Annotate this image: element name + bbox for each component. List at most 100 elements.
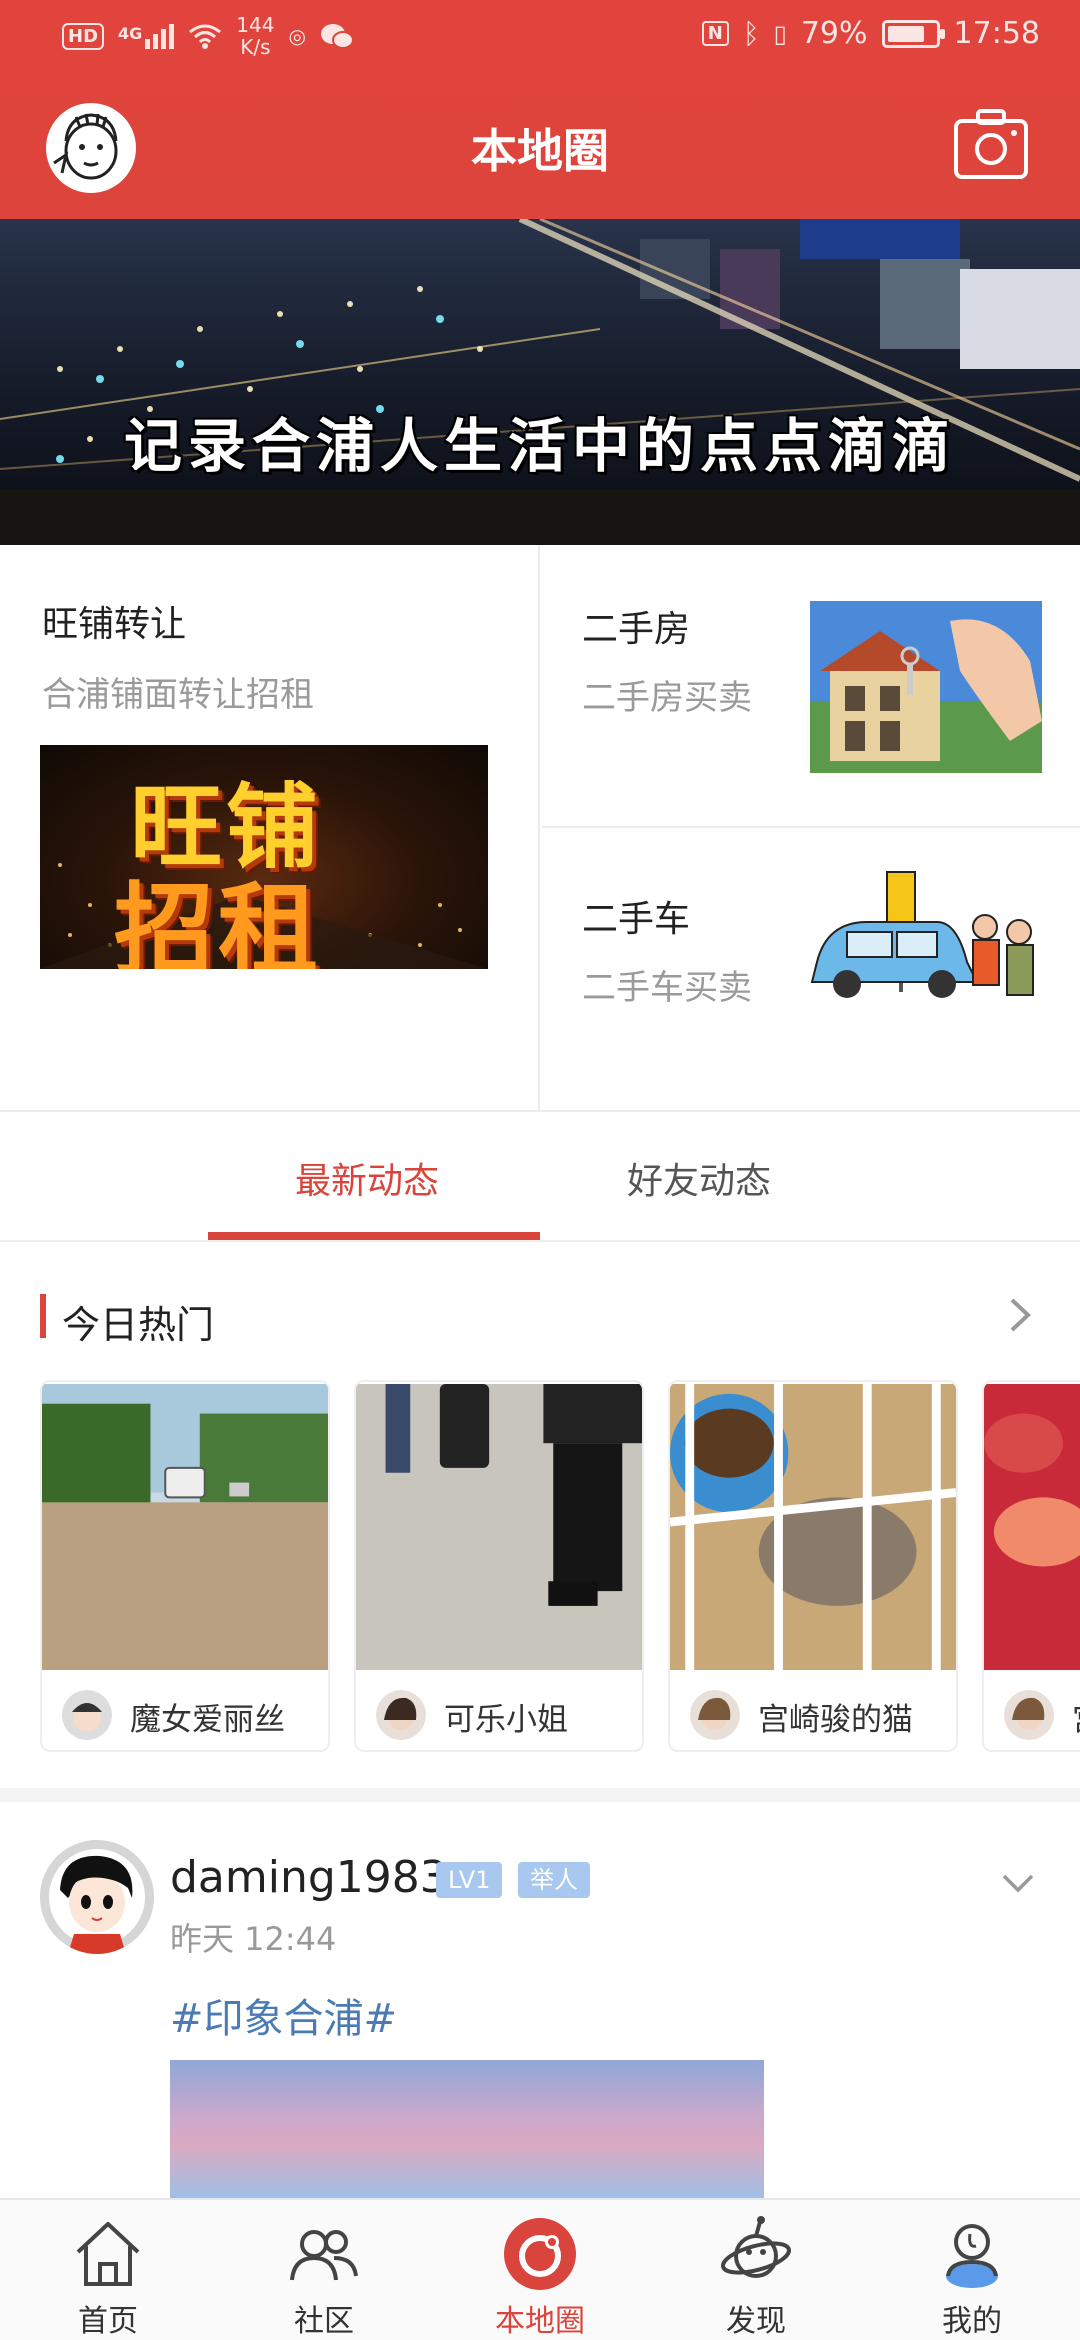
nav-community[interactable]: 社区 [216,2200,432,2340]
hot-card-user: 宫 [984,1672,1080,1750]
cartoon-girl-avatar-icon [40,1840,154,1954]
nav-discover[interactable]: 发现 [648,2200,864,2340]
hd-indicator: HD [62,22,105,50]
nav-label: 我的 [942,2304,1002,2339]
nav-home[interactable]: 首页 [0,2200,216,2340]
post-author-avatar[interactable] [40,1840,154,1954]
category-shop-transfer[interactable]: 旺铺转让 合浦铺面转让招租 旺铺 招租 [0,545,540,1110]
shop-rent-image: 旺铺 招租 [40,745,488,969]
used-car-illustration [810,871,1034,998]
network-type: 4G [118,23,143,43]
category-subtitle: 二手车买卖 [582,968,752,1008]
speed-unit: K/s [240,35,271,59]
user-avatar-icon [690,1690,740,1740]
status-bar: HD 4G 144 K/s ◎ N ᛒ ▯ 79% 17:58 [0,0,1080,75]
hot-card[interactable]: 魔女爱丽丝 [40,1380,330,1752]
user-avatar [376,1690,426,1740]
feed-post: daming1983 LV1 举人 昨天 12:44 #印象合浦# [0,1802,1080,2198]
sync-icon: ◎ [288,24,306,48]
banner-caption: 记录合浦人生活中的点点滴滴 [123,412,956,480]
tab-friends[interactable]: 好友动态 [627,1152,771,1204]
hot-card-image [670,1384,956,1670]
level-badge: LV1 [436,1862,503,1898]
hot-card-user: 可乐小姐 [356,1672,642,1750]
user-avatar [1004,1690,1054,1740]
nav-profile[interactable]: 我的 [864,2200,1080,2340]
bluetooth-icon: ᛒ [742,17,760,50]
user-avatar [690,1690,740,1740]
category-second-hand-car[interactable]: 二手车 二手车买卖 [542,830,1080,1110]
house-key-image [810,601,1042,773]
hot-today-header[interactable]: 今日热门 [0,1250,1080,1347]
user-name: 可乐小姐 [444,1702,568,1738]
nav-local-circle[interactable]: 本地圈 [432,2200,648,2340]
user-avatar-icon [376,1690,426,1740]
category-title: 旺铺转让 [42,604,187,645]
local-circle-icon [504,2218,576,2290]
battery-percent: 79% [800,16,868,51]
feed-tabs: 最新动态 好友动态 [0,1112,1080,1242]
nav-label: 首页 [78,2304,138,2339]
hot-card-image [42,1384,328,1670]
title-bar: 本地圈 [0,95,1080,205]
category-subtitle: 合浦铺面转让招租 [42,675,314,715]
user-avatar-icon [1004,1690,1054,1740]
category-grid: 旺铺转让 合浦铺面转让招租 旺铺 招租 二手房 二手房买卖 二手车 二手车买卖 [0,545,1080,1112]
hot-card[interactable]: 可乐小姐 [354,1380,644,1752]
chevron-down-icon[interactable] [996,1862,1040,1902]
hot-today-list: 魔女爱丽丝 可乐小姐 宫崎骏的猫 [0,1380,1080,1755]
page-title: 本地圈 [471,124,609,178]
nav-label: 社区 [294,2304,354,2339]
clock: 17:58 [953,16,1040,51]
user-avatar-icon [62,1690,112,1740]
category-title: 二手房 [582,609,691,650]
banner[interactable]: 记录合浦人生活中的点点滴滴 [0,219,1080,545]
community-icon [290,2230,358,2281]
hot-card-user: 宫崎骏的猫 [670,1672,956,1750]
user-name: 宫崎骏的猫 [758,1702,913,1738]
vibrate-icon: ▯ [773,19,787,48]
section-accent-bar [40,1294,46,1338]
signal-icon: 4G [118,23,175,49]
speed-value: 144 [236,13,275,37]
hot-card-user: 魔女爱丽丝 [42,1672,328,1750]
category-title: 二手车 [582,899,691,940]
post-topic-tag[interactable]: #印象合浦# [170,1986,397,2044]
post-time: 昨天 12:44 [170,1920,337,1958]
user-avatar [62,1690,112,1740]
chevron-right-icon[interactable] [1000,1290,1040,1340]
post-author-name[interactable]: daming1983 [170,1852,448,1903]
battery-icon [881,19,945,48]
post-image[interactable] [170,2060,764,2198]
wechat-icon [320,24,354,49]
user-name: 宫 [1072,1694,1080,1739]
camera-button[interactable] [952,107,1030,181]
user-name: 魔女爱丽丝 [130,1702,285,1738]
nav-label: 本地圈 [495,2304,585,2339]
category-subtitle: 二手房买卖 [582,678,752,718]
discover-icon [721,2216,791,2278]
city-night-illustration [0,219,1080,545]
network-speed: 144 K/s [236,14,274,58]
tab-latest[interactable]: 最新动态 [295,1152,439,1204]
shop-rent-text-2: 招租 [114,872,322,969]
hot-card-image [356,1384,642,1670]
bottom-navigation: 首页 社区 本地圈 发现 我的 [0,2198,1080,2340]
camera-icon [954,109,1028,179]
nav-label: 发现 [726,2304,786,2339]
hot-today-title: 今日热门 [62,1303,215,1347]
profile-icon [946,2224,998,2288]
nfc-icon: N [701,21,729,46]
title-badge: 举人 [518,1862,590,1898]
section-divider [0,1788,1080,1802]
status-left: HD 4G 144 K/s ◎ [62,14,354,58]
app-header: HD 4G 144 K/s ◎ N ᛒ ▯ 79% 17:58 本地圈 [0,0,1080,219]
hot-card[interactable]: 宫 [982,1380,1080,1752]
battery-fill [887,25,924,42]
active-tab-indicator [208,1232,540,1240]
hot-card-image [984,1384,1080,1670]
hot-card[interactable]: 宫崎骏的猫 [668,1380,958,1752]
status-right: N ᛒ ▯ 79% 17:58 [701,16,1040,51]
category-second-hand-house[interactable]: 二手房 二手房买卖 [542,545,1080,828]
wifi-icon [189,24,222,49]
